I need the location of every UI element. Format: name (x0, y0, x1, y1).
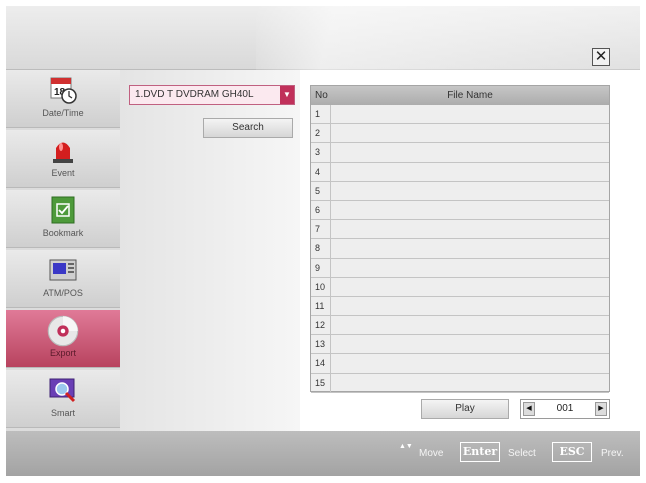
previous-page-icon[interactable]: ◀ (523, 402, 535, 416)
table-row[interactable]: 8 (311, 239, 609, 259)
row-number: 3 (311, 143, 331, 162)
row-file-name (332, 182, 609, 200)
disc-icon (47, 315, 79, 347)
close-button[interactable]: ✕ (592, 48, 610, 66)
file-panel: No File Name 1 2 3 4 5 6 7 8 9 10 11 12 13 14 15 Play … (300, 70, 640, 431)
table-row[interactable]: 5 (311, 181, 609, 201)
sidebar-item-smart[interactable]: Smart (6, 370, 120, 428)
sidebar-item-label: ATM/POS (43, 288, 83, 298)
file-table: No File Name 1 2 3 4 5 6 7 8 9 10 11 12 13 14 15 (310, 85, 610, 393)
table-row[interactable]: 2 (311, 124, 609, 144)
row-file-name (332, 201, 609, 219)
table-row[interactable]: 6 (311, 200, 609, 221)
row-file-name (332, 297, 609, 315)
row-file-name (332, 354, 609, 372)
row-file-name (332, 239, 609, 257)
table-row[interactable]: 10 (311, 277, 609, 297)
device-select-value: 1.DVD T DVDRAM GH40L (135, 89, 254, 100)
table-header: No File Name (311, 86, 609, 105)
title-bar: ✕ (6, 6, 640, 70)
chevron-down-icon[interactable]: ▼ (280, 86, 294, 104)
row-file-name (332, 335, 609, 353)
row-number: 6 (311, 200, 331, 220)
sidebar-item-bookmark[interactable]: Bookmark (6, 190, 120, 248)
column-header-no: No (315, 90, 328, 101)
row-file-name (332, 259, 609, 277)
sidebar-item-event[interactable]: Event (6, 130, 120, 188)
move-arrows-icon: ▲▼ (399, 443, 413, 450)
table-row[interactable]: 14 (311, 354, 609, 374)
row-number: 8 (311, 239, 331, 258)
page-stepper[interactable]: ◀ 001 ▶ (520, 399, 610, 419)
calendar-clock-icon: 18 (50, 77, 77, 104)
play-button[interactable]: Play (421, 399, 509, 419)
search-button[interactable]: Search (203, 118, 293, 138)
table-row[interactable]: 4 (311, 162, 609, 182)
row-number: 11 (311, 296, 331, 316)
row-file-name (332, 316, 609, 334)
row-file-name (332, 278, 609, 296)
move-hint: Move (419, 448, 444, 459)
select-hint: Select (508, 448, 536, 459)
atm-pos-icon (49, 259, 77, 281)
table-row[interactable]: 9 (311, 258, 609, 278)
row-file-name (332, 374, 609, 392)
source-panel: 1.DVD T DVDRAM GH40L ▼ Search (120, 70, 300, 431)
table-row[interactable]: 11 (311, 296, 609, 317)
sidebar-item-label: Date/Time (42, 108, 84, 118)
row-number: 1 (311, 105, 331, 124)
table-row[interactable]: 3 (311, 143, 609, 163)
row-number: 4 (311, 162, 331, 181)
sidebar-item-export[interactable]: Export (6, 310, 120, 368)
table-row[interactable]: 7 (311, 220, 609, 240)
row-file-name (332, 220, 609, 238)
row-number: 15 (311, 373, 331, 392)
row-number: 13 (311, 335, 331, 354)
sidebar-item-label: Event (51, 168, 75, 178)
table-row[interactable]: 15 (311, 373, 609, 393)
footer-hints: ▲▼ Move Enter Select ESC Prev. (6, 431, 640, 476)
sidebar-item-datetime[interactable]: 18 Date/Time (6, 70, 120, 128)
sidebar-item-label: Smart (50, 408, 75, 418)
prev-hint: Prev. (601, 448, 624, 459)
title-bar-sheen (256, 6, 640, 70)
esc-key-badge: ESC (552, 442, 592, 462)
table-row[interactable]: 13 (311, 335, 609, 355)
sidebar-item-atmpos[interactable]: ATM/POS (6, 250, 120, 308)
row-number: 9 (311, 258, 331, 277)
smart-search-icon (49, 378, 76, 403)
row-number: 2 (311, 124, 331, 143)
table-row[interactable]: 12 (311, 316, 609, 336)
row-number: 7 (311, 220, 331, 239)
row-number: 14 (311, 354, 331, 373)
page-number: 001 (556, 403, 574, 414)
row-number: 12 (311, 316, 331, 335)
alarm-light-icon (53, 142, 73, 163)
row-file-name (332, 163, 609, 181)
table-row[interactable]: 1 (311, 105, 609, 125)
sidebar: 18 Date/Time Event Bookmark ATM/POS Expo… (6, 70, 120, 431)
sidebar-item-label: Bookmark (42, 228, 84, 238)
device-select[interactable]: 1.DVD T DVDRAM GH40L ▼ (129, 85, 295, 105)
row-file-name (332, 143, 609, 161)
bookmark-check-icon (51, 196, 75, 224)
row-number: 5 (311, 181, 331, 200)
sidebar-item-label: Export (49, 348, 76, 358)
row-number: 10 (311, 277, 331, 296)
row-file-name (332, 105, 609, 123)
column-header-file-name: File Name (447, 90, 493, 101)
table-body: 1 2 3 4 5 6 7 8 9 10 11 12 13 14 15 (311, 105, 609, 393)
enter-key-badge: Enter (460, 442, 500, 462)
row-file-name (332, 124, 609, 142)
next-page-icon[interactable]: ▶ (595, 402, 607, 416)
